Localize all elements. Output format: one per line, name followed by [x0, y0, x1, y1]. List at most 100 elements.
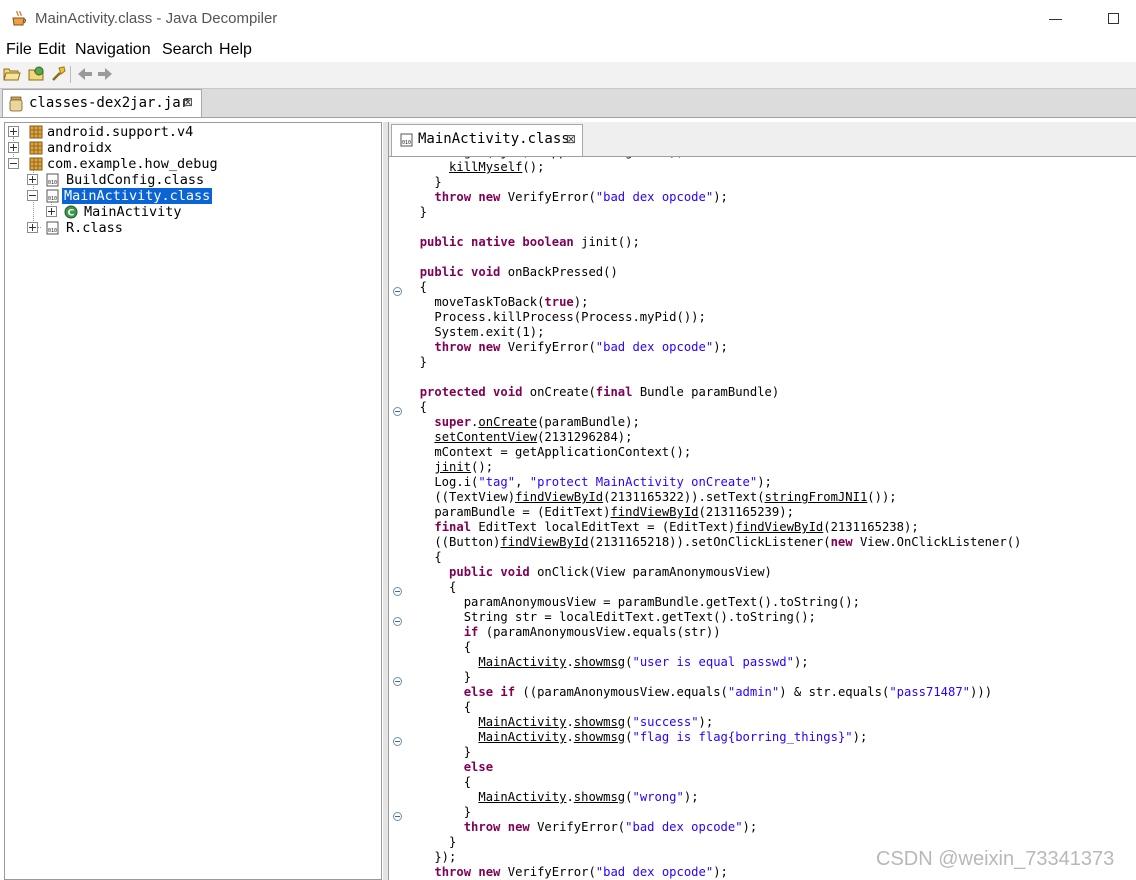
- code-token: (: [625, 790, 633, 804]
- expand-icon[interactable]: [8, 142, 19, 153]
- code-token: throw new: [434, 190, 501, 204]
- code-line: }: [405, 355, 427, 370]
- tree-node-com-example-how-debug[interactable]: com.example.how_debug: [8, 156, 368, 172]
- tree-node-r-class[interactable]: 010 R.class: [27, 220, 367, 236]
- code-token: "user is equal passwd": [632, 655, 794, 669]
- code-token: onCreate(: [522, 385, 596, 399]
- code-token: "bad dex opcode": [625, 820, 743, 834]
- code-line: }: [405, 205, 427, 220]
- fold-toggle-icon[interactable]: [393, 677, 402, 686]
- code-token: paramAnonymousView = paramBundle.getText…: [405, 595, 860, 609]
- toolbar: [0, 62, 1136, 89]
- code-token: {: [405, 280, 428, 294]
- code-line: String str = localEditText.getText().toS…: [405, 610, 816, 625]
- tab-classes-dex2jar[interactable]: classes-dex2jar.jar ⊠: [2, 89, 202, 117]
- code-token: moveTaskToBack(: [405, 295, 545, 309]
- code-token: (2131165322)).setText(: [603, 490, 765, 504]
- code-token: );: [793, 655, 809, 669]
- code-token: killMyself: [449, 160, 523, 174]
- fold-toggle-icon[interactable]: [393, 737, 402, 746]
- code-token: (2131296284);: [537, 430, 633, 444]
- tree-node-mainactivity[interactable]: C MainActivity: [46, 204, 366, 220]
- code-line: });: [405, 850, 456, 865]
- code-token: );: [742, 820, 758, 834]
- code-token: final: [434, 520, 472, 534]
- code-token: System.exit(1);: [405, 325, 545, 339]
- code-line: throw new VerifyError("bad dex opcode");: [405, 340, 728, 355]
- code-line: Log.i("tag", "protect MainActivity onCre…: [405, 475, 772, 490]
- code-token: Bundle paramBundle): [632, 385, 780, 399]
- package-icon: [29, 125, 43, 139]
- tree-node-androidx[interactable]: androidx: [8, 140, 368, 156]
- tree-node-android-support-v4[interactable]: android.support.v4: [8, 124, 368, 140]
- code-area[interactable]: Log.i("jw", "app is debugable"); killMys…: [405, 157, 1136, 880]
- code-token: public native boolean: [419, 235, 574, 249]
- code-line: {: [405, 775, 471, 790]
- expand-icon[interactable]: [46, 206, 57, 217]
- maximize-button[interactable]: [1104, 9, 1124, 29]
- tree-node-label: com.example.how_debug: [47, 156, 218, 172]
- code-token: findViewById: [735, 520, 824, 534]
- code-token: public void: [419, 265, 501, 279]
- code-token: (paramAnonymousView.equals(str)): [478, 625, 721, 639]
- code-token: );: [852, 730, 868, 744]
- menu-file[interactable]: File: [6, 41, 32, 59]
- fold-toggle-icon[interactable]: [393, 812, 402, 821]
- fold-toggle-icon[interactable]: [393, 587, 402, 596]
- code-token: ) & str.equals(: [779, 685, 890, 699]
- forward-arrow-icon[interactable]: [96, 65, 114, 83]
- code-token: View.OnClickListener(): [852, 535, 1022, 549]
- menu-search[interactable]: Search: [162, 41, 213, 59]
- tree-node-buildconfig-class[interactable]: 010 BuildConfig.class: [27, 172, 367, 188]
- package-icon: [29, 141, 43, 155]
- tab-mainactivity-class[interactable]: 010 MainActivity.class ⊠: [391, 124, 583, 156]
- code-line: }: [405, 745, 471, 760]
- code-token: "wrong": [632, 790, 684, 804]
- expand-icon[interactable]: [27, 222, 38, 233]
- open-file-icon[interactable]: [3, 65, 21, 83]
- title-bar: MainActivity.class - Java Decompiler: [0, 0, 1136, 38]
- code-line: public native boolean jinit();: [405, 235, 640, 250]
- fold-toggle-icon[interactable]: [393, 617, 402, 626]
- collapse-icon[interactable]: [27, 190, 38, 201]
- back-arrow-icon[interactable]: [76, 65, 94, 83]
- search-icon[interactable]: [50, 65, 68, 83]
- code-line: moveTaskToBack(true);: [405, 295, 588, 310]
- svg-text:C: C: [68, 209, 75, 219]
- code-token: onBackPressed(): [500, 265, 618, 279]
- code-token: throw new: [463, 820, 530, 834]
- code-token: VerifyError(: [500, 865, 596, 879]
- code-line: }: [405, 670, 471, 685]
- code-line: mContext = getApplicationContext();: [405, 445, 691, 460]
- expand-icon[interactable]: [8, 126, 19, 137]
- code-token: }: [405, 835, 457, 849]
- tree-node-mainactivity-class[interactable]: 010 MainActivity.class: [27, 188, 367, 204]
- code-token: findViewById: [500, 535, 589, 549]
- close-icon[interactable]: ⊠: [183, 95, 193, 109]
- code-token: }: [405, 745, 472, 759]
- tree-node-label: BuildConfig.class: [66, 172, 205, 188]
- menu-navigation[interactable]: Navigation: [75, 41, 151, 59]
- open-type-icon[interactable]: [28, 65, 46, 83]
- code-line: {: [405, 280, 427, 295]
- expand-icon[interactable]: [27, 174, 38, 185]
- fold-toggle-icon[interactable]: [393, 287, 402, 296]
- code-token: });: [405, 850, 457, 864]
- code-line: super.onCreate(paramBundle);: [405, 415, 639, 430]
- code-token: "success": [632, 715, 699, 729]
- code-token: protected void: [419, 385, 523, 399]
- code-token: }: [405, 175, 442, 189]
- close-icon[interactable]: ⊠: [566, 132, 576, 146]
- minimize-button[interactable]: [1046, 9, 1066, 29]
- collapse-icon[interactable]: [8, 158, 19, 169]
- menu-edit[interactable]: Edit: [38, 41, 66, 59]
- menu-help[interactable]: Help: [219, 41, 252, 59]
- fold-toggle-icon[interactable]: [393, 407, 402, 416]
- code-line: jinit();: [405, 460, 493, 475]
